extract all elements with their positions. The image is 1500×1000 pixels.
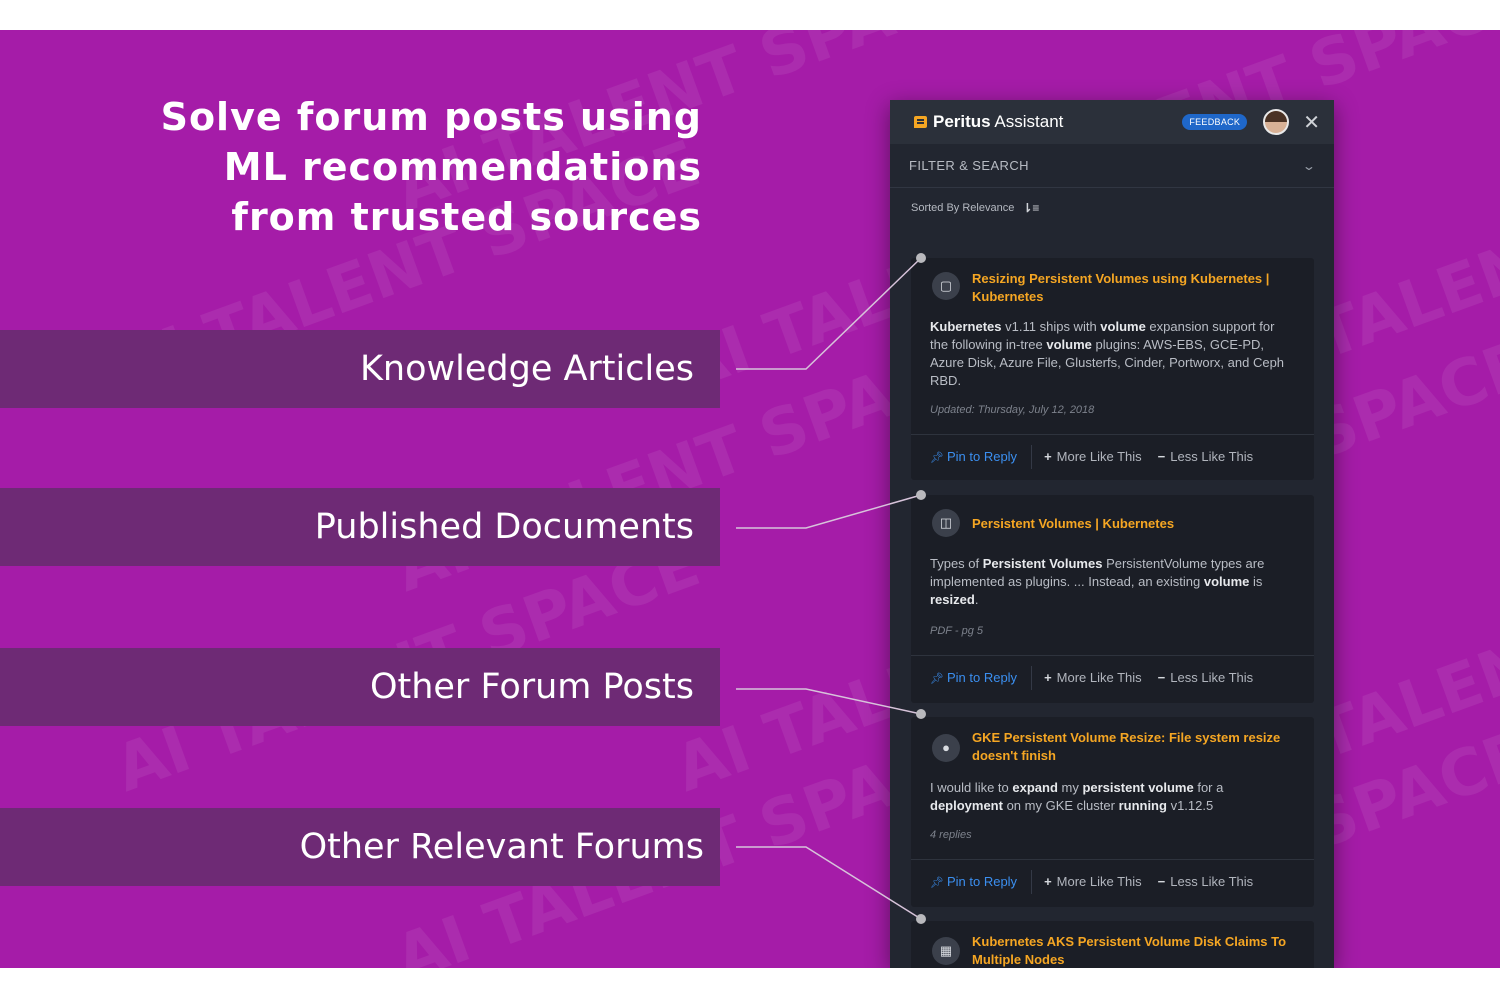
feedback-button[interactable]: FEEDBACK [1182,114,1248,130]
headline-line: ML recommendations [223,145,702,189]
chevron-down-icon: ⌄ [1301,158,1317,173]
sorted-label: Sorted By Relevance [911,202,1015,214]
result-card: ▦ Kubernetes AKS Persistent Volume Disk … [911,921,1314,968]
result-title-link[interactable]: GKE Persistent Volume Resize: File syste… [972,729,1298,765]
result-title-link[interactable]: Resizing Persistent Volumes using Kubern… [972,270,1298,306]
plus-icon: + [1044,670,1052,685]
panel-header: Peritus Assistant FEEDBACK ✕ [890,100,1334,144]
banner-background: AI TALENT SPACE AI TALENT SPACE AI TALEN… [0,30,1500,968]
headline: Solve forum posts using ML recommendatio… [161,92,702,242]
assistant-panel: Peritus Assistant FEEDBACK ✕ FILTER & SE… [890,100,1334,968]
result-meta: PDF - pg 5 [930,625,983,637]
divider [1031,444,1033,469]
divider [1031,665,1033,690]
result-title-link[interactable]: Persistent Volumes | Kubernetes [972,515,1298,533]
result-card: ◫ Persistent Volumes | Kubernetes Types … [911,495,1314,703]
result-snippet: I would like to expand my persistent vol… [930,780,1224,813]
more-like-this-button[interactable]: + More Like This [1044,670,1142,685]
pin-to-reply-button[interactable]: 📌︎ Pin to Reply [930,449,1017,464]
result-card: ▢ Resizing Persistent Volumes using Kube… [911,258,1314,480]
book-icon: ▢ [932,272,960,300]
pin-icon: 📌︎ [930,877,944,889]
pdf-icon: ◫ [932,509,960,537]
sort-icon: ⇂≡ [1022,201,1040,215]
filter-search-label: FILTER & SEARCH [909,158,1029,173]
result-meta: 4 replies [930,829,972,841]
more-like-this-button[interactable]: + More Like This [1044,449,1142,464]
band-other-relevant-forums: Other Relevant Forums [0,808,720,886]
result-card: ● GKE Persistent Volume Resize: File sys… [911,717,1314,907]
pin-icon: 📌︎ [930,452,944,464]
result-actions: 📌︎ Pin to Reply + More Like This − Less Lik… [911,859,1314,903]
close-icon[interactable]: ✕ [1303,110,1320,135]
band-published-documents: Published Documents [0,488,720,566]
pin-icon: 📌︎ [930,673,944,685]
result-snippet: Kubernetes v1.11 ships with volume expan… [930,319,1285,388]
forum-icon: ▦ [932,937,960,965]
band-knowledge-articles: Knowledge Articles [0,330,720,408]
plus-icon: + [1044,449,1052,464]
plus-icon: + [1044,874,1052,889]
headline-line: Solve forum posts using [160,95,702,139]
divider [1031,869,1033,894]
band-other-forum-posts: Other Forum Posts [0,648,720,726]
less-like-this-button[interactable]: − Less Like This [1158,449,1253,464]
headline-line: from trusted sources [231,195,702,239]
less-like-this-button[interactable]: − Less Like This [1158,874,1253,889]
pin-to-reply-button[interactable]: 📌︎ Pin to Reply [930,670,1017,685]
peritus-logo-icon [914,116,927,128]
more-like-this-button[interactable]: + More Like This [1044,874,1142,889]
pin-to-reply-button[interactable]: 📌︎ Pin to Reply [930,874,1017,889]
chat-icon: ● [932,734,960,762]
panel-title: Peritus Assistant [933,112,1064,131]
sort-control[interactable]: Sorted By Relevance ⇂≡ [890,188,1334,228]
result-meta: Updated: Thursday, July 12, 2018 [930,404,1095,416]
user-avatar[interactable] [1263,109,1290,135]
minus-icon: − [1157,670,1166,685]
minus-icon: − [1157,874,1166,889]
result-title-link[interactable]: Kubernetes AKS Persistent Volume Disk Cl… [972,933,1298,968]
result-actions: 📌︎ Pin to Reply + More Like This − Less Lik… [911,434,1314,478]
result-actions: 📌︎ Pin to Reply + More Like This − Less Lik… [911,655,1314,699]
less-like-this-button[interactable]: − Less Like This [1158,670,1253,685]
filter-search-toggle[interactable]: FILTER & SEARCH ⌄ [890,144,1334,188]
minus-icon: − [1157,449,1166,464]
result-snippet: Types of Persistent Volumes PersistentVo… [930,556,1265,607]
